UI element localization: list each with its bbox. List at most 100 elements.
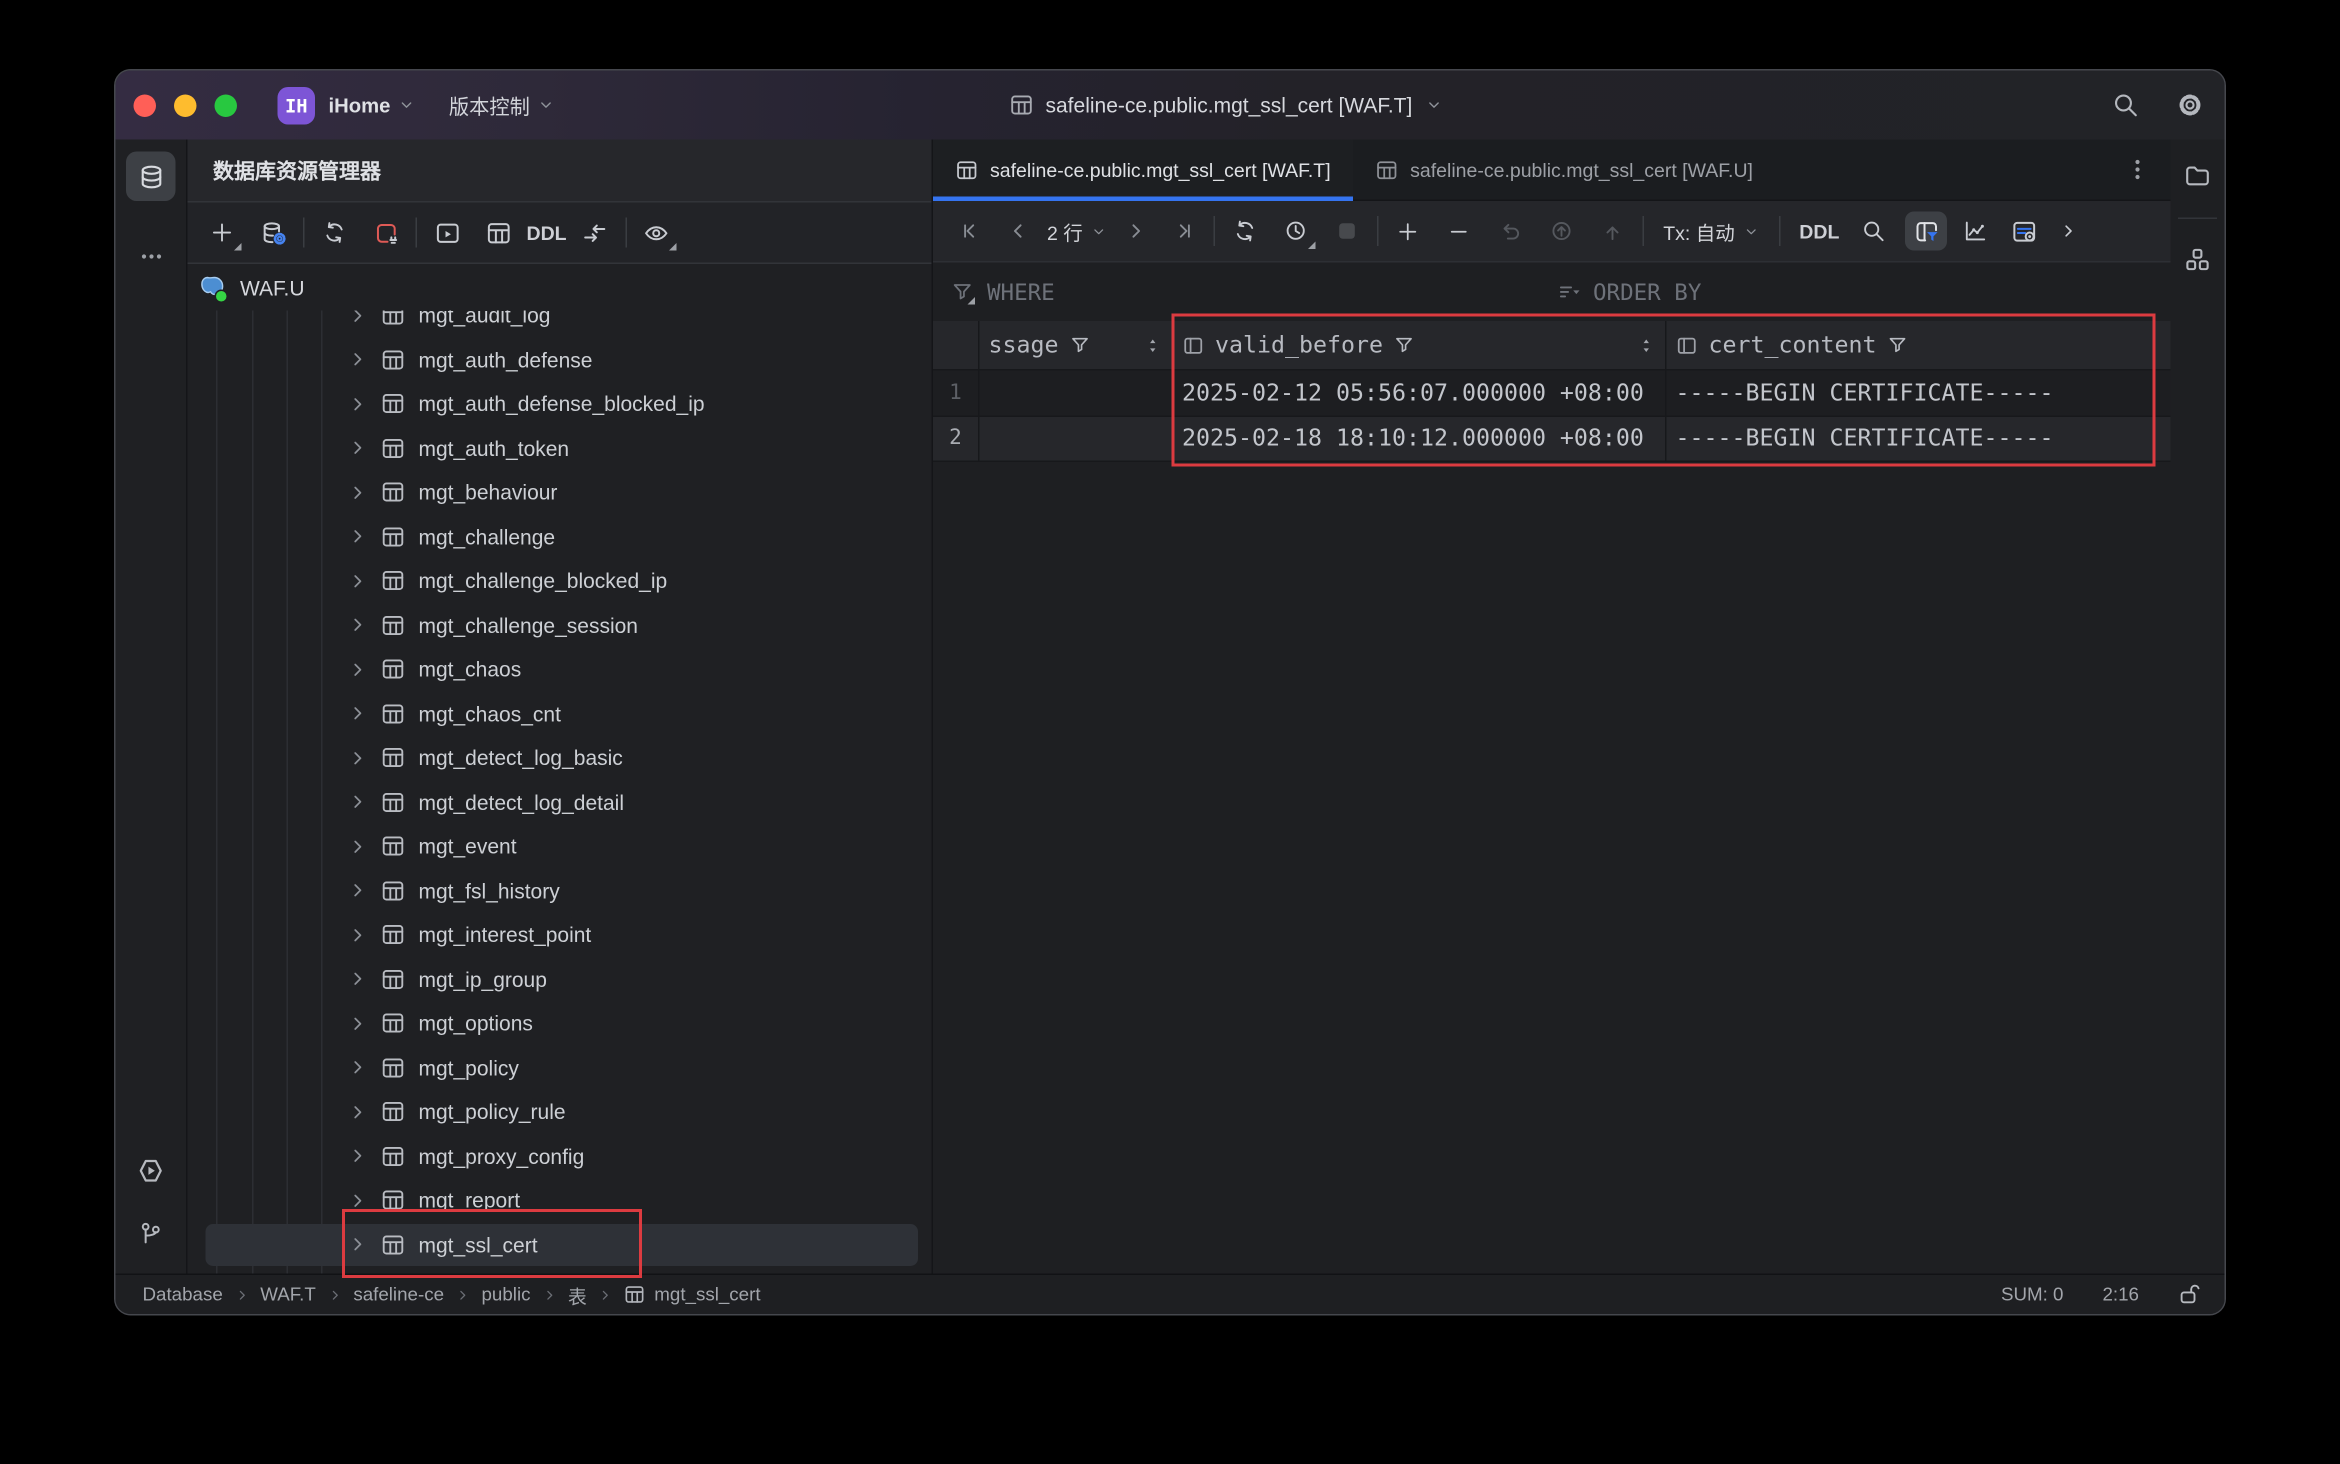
add-datasource-button[interactable] xyxy=(203,213,242,252)
next-page-button[interactable] xyxy=(1116,212,1155,251)
chevron-right-icon[interactable] xyxy=(347,348,371,371)
chevron-right-icon[interactable] xyxy=(347,835,371,858)
tab-mgt-ssl-cert-waf-u[interactable]: safeline-ce.public.mgt_ssl_cert [WAF.U] xyxy=(1353,140,1775,200)
table-row-1[interactable]: 12025-02-12 05:56:07.000000 +08:00-----B… xyxy=(933,371,2171,417)
cell-valid-before[interactable]: 2025-02-12 05:56:07.000000 +08:00 xyxy=(1173,371,1667,415)
chart-view-button[interactable] xyxy=(1956,212,1995,251)
tree-item-mgt_report[interactable]: mgt_report xyxy=(188,1178,932,1222)
tree-item-mgt_interest_point[interactable]: mgt_interest_point xyxy=(188,913,932,957)
datasource-settings-button[interactable] xyxy=(254,213,293,252)
open-table-button[interactable] xyxy=(479,213,518,252)
open-console-button[interactable] xyxy=(428,213,467,252)
tree-item-mgt_auth_token[interactable]: mgt_auth_token xyxy=(188,426,932,470)
order-by-filter[interactable]: ORDER BY xyxy=(1557,278,1701,305)
folder-icon[interactable] xyxy=(2184,162,2211,189)
ddl-button[interactable]: DDL xyxy=(518,221,576,244)
tree-item-mgt_policy_rule[interactable]: mgt_policy_rule xyxy=(188,1090,932,1134)
sort-updown-icon[interactable] xyxy=(1143,335,1163,355)
chevron-right-icon[interactable] xyxy=(347,879,371,902)
chevron-right-icon[interactable] xyxy=(347,924,371,947)
tab-options-dots-icon[interactable] xyxy=(2126,158,2150,182)
tree-item-mgt_ssl_cert[interactable]: mgt_ssl_cert xyxy=(188,1223,932,1267)
cell-message[interactable] xyxy=(980,416,1174,460)
tree-item-mgt_chaos[interactable]: mgt_chaos xyxy=(188,647,932,691)
database-tool-button[interactable] xyxy=(126,152,176,202)
window-title[interactable]: safeline-ce.public.mgt_ssl_cert [WAF.T] xyxy=(1010,71,1443,140)
stop-button[interactable] xyxy=(1327,212,1366,251)
tree-item-mgt_options[interactable]: mgt_options xyxy=(188,1001,932,1045)
find-button[interactable] xyxy=(1854,212,1893,251)
chevron-right-icon[interactable] xyxy=(347,525,371,548)
services-hexagon-play-icon[interactable] xyxy=(137,1157,166,1186)
minimize-window-button[interactable] xyxy=(174,94,197,117)
chevron-right-icon[interactable] xyxy=(347,1145,371,1168)
breadcrumb-item-表[interactable]: 表 xyxy=(568,1280,587,1309)
tree-item-mgt_detect_log_detail[interactable]: mgt_detect_log_detail xyxy=(188,780,932,824)
git-branch-icon[interactable] xyxy=(138,1221,164,1247)
chevron-right-icon[interactable] xyxy=(347,614,371,637)
cell-valid-before[interactable]: 2025-02-18 18:10:12.000000 +08:00 xyxy=(1173,416,1667,460)
chevron-right-icon[interactable] xyxy=(347,1012,371,1035)
tree-item-mgt_behaviour[interactable]: mgt_behaviour xyxy=(188,470,932,514)
transaction-mode-dropdown[interactable]: Tx: 自动 xyxy=(1654,217,1768,246)
revert-button[interactable] xyxy=(1491,212,1530,251)
chevron-right-icon[interactable] xyxy=(347,658,371,681)
page-size-dropdown[interactable]: 2 行 xyxy=(1038,217,1116,246)
tree-item-mgt_event[interactable]: mgt_event xyxy=(188,824,932,868)
add-row-button[interactable] xyxy=(1389,212,1428,251)
tree-root-waf-u[interactable]: WAF.U xyxy=(188,264,932,311)
tree-item-mgt_challenge[interactable]: mgt_challenge xyxy=(188,515,932,559)
chevron-right-icon[interactable] xyxy=(347,570,371,593)
breadcrumb-item-public[interactable]: public xyxy=(482,1284,531,1305)
column-filter-button-active[interactable] xyxy=(1905,212,1947,251)
tree-item-mgt_detect_log_basic[interactable]: mgt_detect_log_basic xyxy=(188,736,932,780)
chevron-right-icon[interactable] xyxy=(347,1233,371,1256)
tree-item-mgt_challenge_session[interactable]: mgt_challenge_session xyxy=(188,603,932,647)
cell-cert-content[interactable]: -----BEGIN CERTIFICATE----- xyxy=(1667,371,2171,415)
project-badge[interactable]: IH xyxy=(278,86,316,124)
previous-page-button[interactable] xyxy=(999,212,1038,251)
breadcrumb-item-mgt_ssl_cert[interactable]: mgt_ssl_cert xyxy=(654,1284,760,1305)
column-header-cert-content[interactable]: cert_content xyxy=(1667,321,2171,369)
more-toolbar-button[interactable] xyxy=(2049,212,2088,251)
column-header-message[interactable]: ssage xyxy=(980,321,1174,369)
chevron-right-icon[interactable] xyxy=(347,702,371,725)
cell-cert-content[interactable]: -----BEGIN CERTIFICATE----- xyxy=(1667,416,2171,460)
delete-row-button[interactable] xyxy=(1440,212,1479,251)
last-page-button[interactable] xyxy=(1164,212,1203,251)
structure-squares-icon[interactable] xyxy=(2184,246,2211,273)
breadcrumb-item-WAF.T[interactable]: WAF.T xyxy=(260,1284,316,1305)
settings-gear-icon[interactable] xyxy=(2177,92,2204,119)
ddl-button[interactable]: DDL xyxy=(1790,220,1848,243)
chevron-right-icon[interactable] xyxy=(347,1189,371,1212)
reload-data-button[interactable] xyxy=(1225,212,1264,251)
funnel-icon[interactable] xyxy=(1069,335,1090,356)
tree-item-mgt_chaos_cnt[interactable]: mgt_chaos_cnt xyxy=(188,692,932,736)
tree-item-mgt_ip_group[interactable]: mgt_ip_group xyxy=(188,957,932,1001)
tree-item-mgt_proxy_config[interactable]: mgt_proxy_config xyxy=(188,1134,932,1178)
sort-updown-icon[interactable] xyxy=(1637,335,1657,355)
first-page-button[interactable] xyxy=(951,212,990,251)
cursor-position[interactable]: 2:16 xyxy=(2102,1284,2139,1305)
tab-mgt-ssl-cert-waf-t[interactable]: safeline-ce.public.mgt_ssl_cert [WAF.T] xyxy=(933,140,1353,200)
table-view-options-button[interactable] xyxy=(2004,212,2043,251)
chevron-right-icon[interactable] xyxy=(347,1056,371,1079)
funnel-icon[interactable] xyxy=(1887,335,1908,356)
search-icon[interactable] xyxy=(2112,92,2139,119)
chevron-right-icon[interactable] xyxy=(347,393,371,416)
table-row-2[interactable]: 22025-02-18 18:10:12.000000 +08:00-----B… xyxy=(933,416,2171,462)
more-tools-icon[interactable] xyxy=(140,245,164,269)
view-options-button[interactable] xyxy=(637,213,676,252)
tree-item-mgt_challenge_blocked_ip[interactable]: mgt_challenge_blocked_ip xyxy=(188,559,932,603)
tree-item-mgt_fsl_history[interactable]: mgt_fsl_history xyxy=(188,869,932,913)
refresh-button[interactable] xyxy=(315,213,354,252)
chevron-right-icon[interactable] xyxy=(347,481,371,504)
cell-message[interactable] xyxy=(980,371,1174,415)
project-menu[interactable]: iHome xyxy=(329,94,416,117)
chevron-right-icon[interactable] xyxy=(347,437,371,460)
tree-item-mgt_policy[interactable]: mgt_policy xyxy=(188,1046,932,1090)
swap-direction-button[interactable] xyxy=(576,213,615,252)
where-filter[interactable]: WHERE xyxy=(933,278,1055,305)
submit-button[interactable] xyxy=(1593,212,1632,251)
preview-changes-button[interactable] xyxy=(1542,212,1581,251)
